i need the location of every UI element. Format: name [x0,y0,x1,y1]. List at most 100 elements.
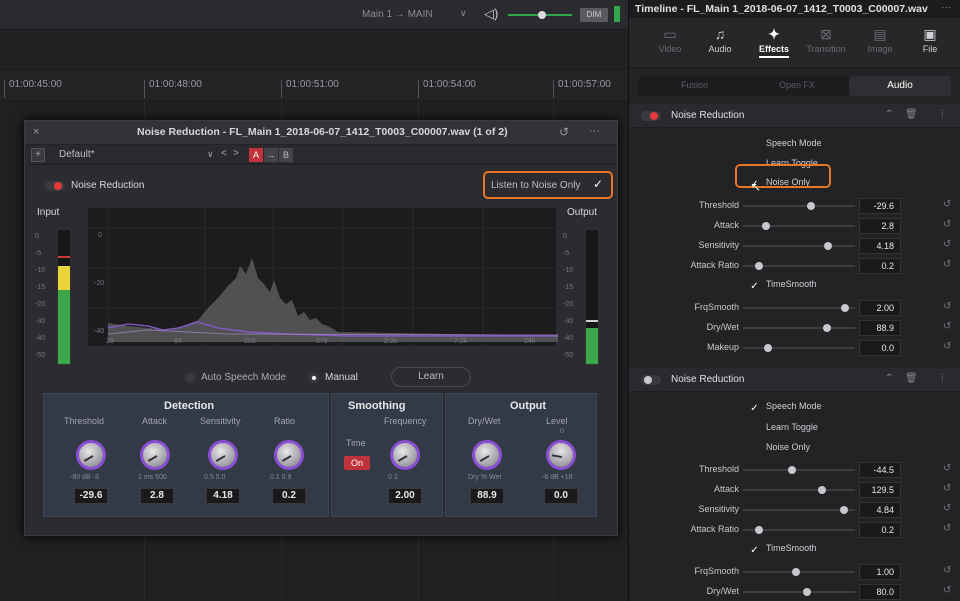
slider-knob[interactable] [824,242,832,250]
tab-image[interactable]: ▤ Image [855,24,905,54]
timesmooth-checkbox[interactable]: ✓ TimeSmooth [749,543,816,556]
level-value[interactable]: 0.0 [544,488,578,504]
slider-knob[interactable] [764,344,772,352]
chevron-left-icon[interactable]: < [221,148,227,159]
more-options-icon[interactable]: ··· [941,2,951,13]
reset-icon[interactable]: ↺ [943,199,951,210]
checkbox[interactable]: Speech Mode [749,137,822,148]
param-slider[interactable] [743,202,855,210]
param-value[interactable]: 2.8 [859,218,901,234]
reset-icon[interactable]: ↺ [943,219,951,230]
reset-icon[interactable]: ↺ [943,463,951,474]
chevron-down-icon[interactable]: ∨ [460,8,467,19]
reset-icon[interactable]: ↺ [943,239,951,250]
learn-button[interactable]: Learn [391,367,471,387]
reset-icon[interactable]: ↺ [943,503,951,514]
slider-knob[interactable] [807,202,815,210]
copy-arrow-button[interactable]: → [264,148,278,162]
speaker-icon[interactable]: ◁) [484,6,498,22]
param-slider[interactable] [743,486,855,494]
reset-icon[interactable]: ↺ [943,523,951,534]
param-slider[interactable] [743,222,855,230]
checkbox[interactable]: ✓ Speech Mode [749,401,821,414]
time-on-button[interactable]: On [344,456,370,470]
tab-effects[interactable]: ✦ Effects [749,24,799,58]
slider-knob[interactable] [823,324,831,332]
param-value[interactable]: 80.0 [859,584,901,600]
slider-knob[interactable] [788,466,796,474]
param-slider[interactable] [743,242,855,250]
threshold-value[interactable]: -29.6 [74,488,108,504]
reset-icon[interactable]: ↺ [943,259,951,270]
reset-icon[interactable]: ↺ [943,321,951,332]
param-value[interactable]: 88.9 [859,320,901,336]
effect-enable-toggle[interactable] [641,111,661,121]
compare-a-button[interactable]: A [249,148,263,162]
compare-b-button[interactable]: B [279,148,293,162]
param-value[interactable]: 1.00 [859,564,901,580]
param-value[interactable]: 4.18 [859,238,901,254]
param-value[interactable]: -44.5 [859,462,901,478]
settings-icon[interactable]: ⫶ [941,373,944,384]
threshold-knob[interactable] [76,440,106,470]
timesmooth-checkbox[interactable]: ✓ TimeSmooth [749,279,816,292]
subtab-audio[interactable]: Audio [849,76,951,96]
sensitivity-value[interactable]: 4.18 [206,488,240,504]
monitor-route[interactable]: Main 1 → MAIN [362,9,433,20]
param-value[interactable]: 0.2 [859,258,901,274]
ratio-value[interactable]: 0.2 [272,488,306,504]
param-slider[interactable] [743,262,855,270]
trash-icon[interactable]: 🗑 [905,373,918,384]
slider-knob[interactable] [755,526,763,534]
more-options-icon[interactable]: ··· [589,125,600,137]
param-value[interactable]: 2.00 [859,300,901,316]
checkbox[interactable]: Learn Toggle [749,421,818,432]
slider-knob[interactable] [803,588,811,596]
param-slider[interactable] [743,526,855,534]
tab-video[interactable]: ▭ Video [645,24,695,54]
attack-knob[interactable] [140,440,170,470]
subtab-openfx[interactable]: Open FX [779,80,815,90]
manual-radio[interactable] [309,373,319,383]
expand-icon[interactable]: ⌃ [885,109,893,120]
reset-icon[interactable]: ↺ [943,341,951,352]
param-slider[interactable] [743,344,855,352]
frequency-knob[interactable] [390,440,420,470]
level-knob[interactable] [539,433,583,477]
param-slider[interactable] [743,466,855,474]
ratio-knob[interactable] [274,440,304,470]
timeline-ruler[interactable]: 01:00:45:00 01:00:48:00 01:00:51:00 01:0… [0,70,628,102]
spectrum-graph[interactable]: 0 -20 -40 20 64 208 679 2.2k 7.2k 24k [87,207,559,348]
expand-icon[interactable]: ⌃ [885,373,893,384]
enable-toggle[interactable] [45,181,65,191]
add-preset-icon[interactable]: + [31,148,45,162]
reset-icon[interactable]: ↺ [943,301,951,312]
tab-file[interactable]: ▣ File [905,24,955,54]
chevron-right-icon[interactable]: > [233,148,239,159]
reset-icon[interactable]: ↺ [943,565,951,576]
plugin-title-bar[interactable]: × Noise Reduction - FL_Main 1_2018-06-07… [25,121,617,145]
slider-knob[interactable] [755,262,763,270]
slider-knob[interactable] [792,568,800,576]
chevron-down-icon[interactable]: ∨ [207,149,214,160]
reset-icon[interactable]: ↺ [943,585,951,596]
effect-section-header[interactable]: Noise Reduction ⌃ 🗑 ⫶ [629,104,960,128]
attack-value[interactable]: 2.8 [140,488,174,504]
close-icon[interactable]: × [33,126,39,138]
param-value[interactable]: 4.84 [859,502,901,518]
sensitivity-knob[interactable] [208,440,238,470]
checkbox[interactable]: Noise Only [749,441,810,452]
volume-slider[interactable] [508,11,572,19]
slider-knob[interactable] [841,304,849,312]
slider-knob[interactable] [818,486,826,494]
param-value[interactable]: 0.2 [859,522,901,538]
volume-slider-knob[interactable] [538,11,546,19]
param-value[interactable]: 0.0 [859,340,901,356]
tab-transition[interactable]: ⊠ Transition [801,24,851,54]
effect-enable-toggle[interactable] [641,375,661,385]
slider-knob[interactable] [840,506,848,514]
param-slider[interactable] [743,588,855,596]
param-value[interactable]: 129.5 [859,482,901,498]
reset-icon[interactable]: ↺ [943,483,951,494]
reset-icon[interactable]: ↺ [559,125,569,139]
